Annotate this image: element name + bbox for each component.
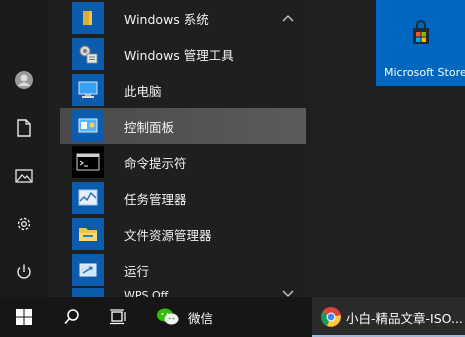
start-rail: [0, 0, 48, 297]
wechat-icon: [157, 308, 179, 325]
control-panel-icon: [78, 118, 98, 133]
taskbar-wechat[interactable]: 微信: [148, 297, 268, 337]
task-manager-tile: [72, 182, 104, 214]
app-item-label: Windows 管理工具: [124, 47, 234, 63]
group-windows-system[interactable]: Windows 系统: [60, 0, 306, 36]
app-item-label: 命令提示符: [124, 155, 187, 171]
power-button[interactable]: [0, 252, 48, 292]
picture-icon: [15, 169, 33, 183]
search-button[interactable]: [52, 297, 92, 337]
app-item-windows-admin-tools[interactable]: Windows 管理工具: [60, 36, 306, 72]
group-wps-office[interactable]: WPS Off: [60, 288, 306, 297]
app-item-run[interactable]: 运行: [60, 252, 306, 288]
cmd-icon: [76, 153, 100, 171]
run-tile: [72, 254, 104, 286]
app-item-label: 任务管理器: [124, 191, 187, 207]
app-item-label: 文件资源管理器: [124, 227, 212, 243]
folder-icon: [83, 11, 92, 25]
task-view-icon: [110, 309, 126, 325]
browser-tab-label: 小白-精品文章-ISO...: [346, 310, 463, 326]
app-item-label: 此电脑: [124, 83, 162, 99]
power-icon: [17, 264, 31, 279]
file-explorer-icon: [79, 228, 97, 241]
chevron-down-icon: [282, 290, 294, 297]
group-label: Windows 系统: [124, 11, 209, 27]
pictures-button[interactable]: [0, 156, 48, 196]
task-manager-icon: [78, 189, 98, 206]
group-label: WPS Off: [124, 289, 169, 297]
document-icon: [17, 119, 31, 137]
app-item-label: 运行: [124, 263, 150, 279]
cmd-tile: [72, 146, 104, 178]
this-pc-tile: [72, 74, 104, 106]
app-item-label: 控制面板: [124, 119, 175, 135]
documents-button[interactable]: [0, 108, 48, 148]
wps-folder-tile: [72, 288, 104, 297]
app-item-this-pc[interactable]: 此电脑: [60, 72, 306, 108]
microsoft-store-label: Microsoft Store: [384, 66, 465, 79]
computer-icon: [78, 81, 98, 98]
windows-logo-icon: [16, 309, 32, 325]
user-icon: [15, 71, 33, 89]
app-list: Windows 系统 Windows 管理工具 此电脑 控制面板 命令提示符 任…: [48, 0, 310, 297]
task-view-button[interactable]: [98, 297, 138, 337]
store-icon: [413, 20, 429, 44]
microsoft-store-tile[interactable]: Microsoft Store: [376, 0, 465, 86]
admin-tools-icon: [79, 45, 98, 64]
user-avatar-button[interactable]: [0, 60, 48, 100]
settings-button[interactable]: [0, 204, 48, 244]
control-panel-tile: [72, 110, 104, 142]
gear-icon: [17, 217, 31, 231]
taskbar-browser[interactable]: 小白-精品文章-ISO...: [312, 297, 465, 337]
chevron-up-icon: [282, 15, 294, 22]
app-item-task-manager[interactable]: 任务管理器: [60, 180, 306, 216]
taskbar: 微信 小白-精品文章-ISO...: [0, 297, 465, 337]
admin-tools-tile: [72, 38, 104, 70]
wechat-label: 微信: [188, 310, 214, 326]
file-explorer-tile: [72, 218, 104, 250]
app-item-command-prompt[interactable]: 命令提示符: [60, 144, 306, 180]
run-icon: [79, 263, 97, 277]
folder-tile: [72, 2, 104, 34]
chrome-icon: [321, 307, 341, 327]
search-icon: [64, 309, 79, 325]
live-tiles-area: Microsoft Store: [310, 0, 465, 297]
app-item-file-explorer[interactable]: 文件资源管理器: [60, 216, 306, 252]
start-button[interactable]: [0, 297, 48, 337]
app-item-control-panel[interactable]: 控制面板: [60, 108, 306, 144]
